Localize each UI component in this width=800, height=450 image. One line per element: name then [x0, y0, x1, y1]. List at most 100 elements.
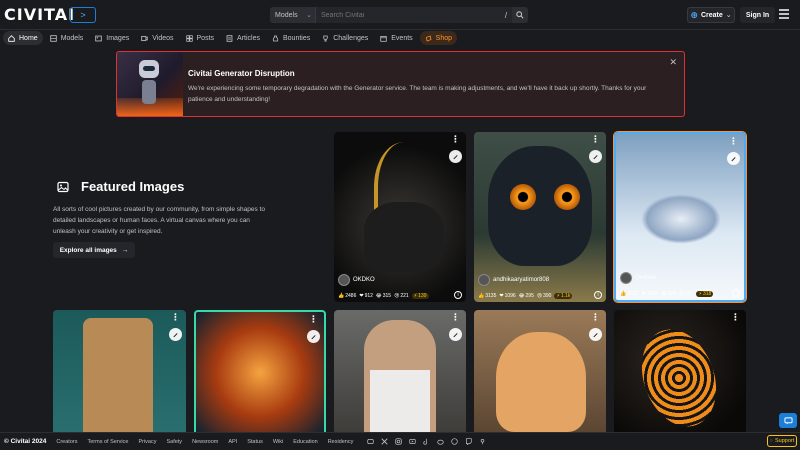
footer-link-api[interactable]: API — [228, 439, 237, 445]
top-bar: CIVITAI > Models ⌄ / ⊕ Create ⌄ Sign In — [0, 0, 800, 30]
reaction-stats: 👍 3135 ❤ 1096 😂 295 😢 390 ⚡ 1.1k — [478, 293, 573, 299]
image-card[interactable]: ⋮ — [474, 310, 606, 435]
search-shortcut-hint: / — [500, 7, 512, 23]
twitch-icon[interactable] — [465, 438, 473, 445]
social-links — [367, 438, 486, 445]
image-card[interactable]: ⋮ Qvohsu 👍 3022 ❤ 1053 😂 324 😢 227 ⚡ 318 i — [614, 132, 746, 302]
alert-message: We're experiencing some temporary degrad… — [188, 85, 647, 103]
card-author[interactable]: Qvohsu — [620, 272, 656, 284]
info-icon[interactable]: i — [732, 289, 740, 297]
laugh-count: 😂 295 — [518, 293, 534, 299]
footer-link-wiki[interactable]: Wiki — [273, 439, 283, 445]
trophy-icon — [323, 35, 328, 41]
sign-in-button[interactable]: Sign In — [740, 7, 775, 23]
remix-brush-icon[interactable] — [589, 328, 602, 341]
github-icon[interactable] — [451, 438, 459, 445]
footer-link-creators[interactable]: Creators — [56, 439, 77, 445]
create-button[interactable]: ⊕ Create ⌄ — [687, 7, 735, 23]
cry-icon: 😢 — [536, 293, 543, 299]
thumbs-up-icon: 👍 — [478, 293, 485, 299]
search-icon — [516, 11, 524, 19]
image-card[interactable]: ⋮ andhikaaryatimor808 👍 3135 ❤ 1096 😂 295 😢… — [474, 132, 606, 302]
nav-bounties[interactable]: Bounties — [267, 31, 315, 45]
info-icon[interactable]: i — [594, 291, 602, 299]
reddit-icon[interactable] — [437, 438, 445, 445]
heart-icon: ❤ — [499, 293, 504, 299]
nav-videos[interactable]: Videos — [136, 31, 178, 45]
search-type-select[interactable]: Models ⌄ — [270, 7, 316, 23]
home-icon — [8, 34, 15, 42]
heart-count: ❤ 912 — [359, 293, 373, 299]
featured-images-title: Featured Images — [81, 179, 185, 194]
remix-brush-icon[interactable] — [449, 328, 462, 341]
more-options-icon[interactable]: ⋮ — [591, 135, 600, 144]
explore-all-images-button[interactable]: Explore all images → — [53, 242, 135, 258]
plus-icon: ⊕ — [690, 9, 698, 20]
nav-images[interactable]: Images — [90, 31, 134, 45]
cry-count: 😢 227 — [678, 291, 694, 297]
support-button[interactable]: ◌ Support — [767, 435, 797, 447]
moneybag-icon — [272, 35, 279, 41]
nav-challenges[interactable]: Challenges — [317, 31, 373, 45]
remix-brush-icon[interactable] — [449, 150, 462, 163]
buzz-count: ⚡ 1.1k — [554, 293, 573, 299]
nav-events[interactable]: Events — [375, 31, 417, 45]
tiktok-icon[interactable] — [423, 438, 430, 445]
close-icon[interactable]: ✕ — [669, 57, 677, 68]
footer-link-terms[interactable]: Terms of Service — [87, 439, 128, 445]
laugh-icon: 😂 — [660, 291, 667, 297]
nav-posts[interactable]: Posts — [181, 31, 220, 45]
nav-home[interactable]: Home — [3, 31, 43, 45]
discord-icon[interactable] — [367, 438, 375, 445]
video-icon — [141, 35, 148, 41]
more-options-icon[interactable]: ⋮ — [591, 313, 600, 322]
copyright: © Civitai 2024 — [4, 438, 47, 445]
image-card[interactable]: ⋮ — [194, 310, 326, 435]
footer: © Civitai 2024 Creators Terms of Service… — [0, 432, 800, 450]
cry-count: 😢 221 — [394, 293, 409, 299]
nav-articles[interactable]: Articles — [221, 31, 265, 45]
youtube-icon[interactable] — [409, 438, 417, 445]
more-options-icon[interactable]: ⋮ — [171, 313, 180, 322]
arrow-right-icon: → — [121, 246, 129, 254]
podcast-icon[interactable] — [479, 438, 486, 445]
civitai-logo[interactable]: CIVITAI — [4, 5, 75, 24]
image-icon — [95, 35, 102, 41]
footer-link-newsroom[interactable]: Newsroom — [192, 439, 218, 445]
remix-brush-icon[interactable] — [589, 150, 602, 163]
more-options-icon[interactable]: ⋮ — [309, 315, 318, 324]
more-options-icon[interactable]: ⋮ — [451, 313, 460, 322]
calendar-icon — [380, 35, 387, 42]
hamburger-menu-icon[interactable] — [779, 9, 789, 19]
chevron-down-icon: ⌄ — [306, 12, 312, 19]
card-author[interactable]: andhikaaryatimor808 — [478, 274, 549, 286]
more-options-icon[interactable]: ⋮ — [729, 137, 738, 146]
search-input[interactable] — [316, 7, 500, 23]
image-card[interactable]: ⋮ — [614, 310, 746, 435]
nav-shop[interactable]: Shop — [419, 31, 458, 45]
footer-link-safety[interactable]: Safety — [166, 439, 182, 445]
nav-models[interactable]: Models — [45, 31, 89, 45]
cry-count: 😢 390 — [536, 293, 552, 299]
footer-link-education[interactable]: Education — [293, 439, 317, 445]
footer-link-status[interactable]: Status — [247, 439, 263, 445]
image-card[interactable]: ⋮ — [334, 310, 466, 435]
more-options-icon[interactable]: ⋮ — [731, 313, 740, 322]
image-card[interactable]: ⋮ — [53, 310, 186, 435]
logo-chevron-badge[interactable]: > — [70, 7, 96, 23]
remix-brush-icon[interactable] — [169, 328, 182, 341]
remix-brush-icon[interactable] — [307, 330, 320, 343]
chat-button[interactable] — [779, 413, 797, 428]
info-icon[interactable]: i — [454, 291, 462, 299]
laugh-count: 😂 324 — [660, 291, 676, 297]
instagram-icon[interactable] — [395, 438, 403, 445]
remix-brush-icon[interactable] — [727, 152, 740, 165]
footer-link-privacy[interactable]: Privacy — [138, 439, 156, 445]
card-author[interactable]: OKDKO — [338, 274, 375, 286]
image-card[interactable]: ⋮ OKDKO 👍 2486 ❤ 912 😂 315 😢 221 ⚡ 139 i — [334, 132, 466, 302]
search-bar: Models ⌄ / — [270, 7, 528, 23]
more-options-icon[interactable]: ⋮ — [451, 135, 460, 144]
search-button[interactable] — [512, 7, 528, 23]
x-icon[interactable] — [381, 438, 388, 445]
footer-link-residency[interactable]: Residency — [328, 439, 354, 445]
